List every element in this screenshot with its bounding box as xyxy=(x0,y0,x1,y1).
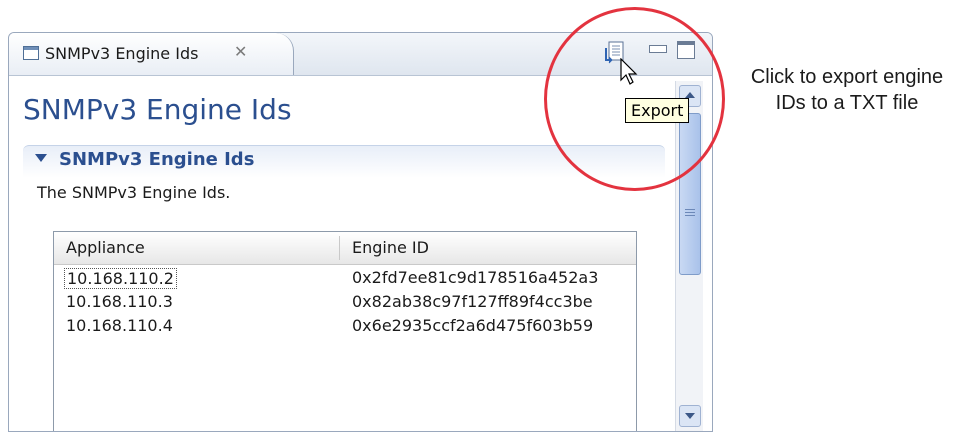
grip-icon xyxy=(685,209,695,210)
annotation-line: IDs to a TXT file xyxy=(775,92,919,114)
table-row[interactable]: 10.168.110.3 0x82ab38c97f127ff89f4cc3be xyxy=(54,290,636,314)
engine-id-cell[interactable]: 0x82ab38c97f127ff89f4cc3be xyxy=(352,292,593,311)
tab-label: SNMPv3 Engine Ids xyxy=(45,44,199,63)
table-row[interactable]: 10.168.110.2 0x2fd7ee81c9d178516a452a3 xyxy=(54,266,636,290)
appliance-cell[interactable]: 10.168.110.2 xyxy=(64,268,177,289)
column-header-engine-id[interactable]: Engine ID xyxy=(340,232,636,265)
column-header-appliance[interactable]: Appliance xyxy=(54,232,340,265)
engine-id-cell[interactable]: 0x6e2935ccf2a6d475f603b59 xyxy=(352,316,593,335)
appliance-cell[interactable]: 10.168.110.4 xyxy=(64,316,175,335)
annotation-callout: Click to export engine IDs to a TXT file xyxy=(732,64,962,116)
section-description: The SNMPv3 Engine Ids. xyxy=(37,183,231,202)
table-row[interactable]: 10.168.110.4 0x6e2935ccf2a6d475f603b59 xyxy=(54,314,636,338)
scroll-down-button[interactable] xyxy=(679,405,701,427)
form-title: SNMPv3 Engine Ids xyxy=(23,93,292,126)
tab-snmpv3-engine-ids[interactable]: SNMPv3 Engine Ids ✕ xyxy=(9,33,294,75)
annotation-line: Click to export engine xyxy=(750,66,944,88)
view-icon xyxy=(23,46,39,60)
highlight-circle xyxy=(544,7,725,191)
collapse-twisty-icon[interactable] xyxy=(35,154,47,162)
section-title[interactable]: SNMPv3 Engine Ids xyxy=(59,149,254,170)
appliance-cell[interactable]: 10.168.110.3 xyxy=(64,292,175,311)
column-divider[interactable] xyxy=(339,236,340,260)
close-icon[interactable]: ✕ xyxy=(234,42,247,61)
engine-ids-table[interactable]: Appliance Engine ID 10.168.110.2 0x2fd7e… xyxy=(53,231,637,431)
engine-id-cell[interactable]: 0x2fd7ee81c9d178516a452a3 xyxy=(352,268,598,287)
